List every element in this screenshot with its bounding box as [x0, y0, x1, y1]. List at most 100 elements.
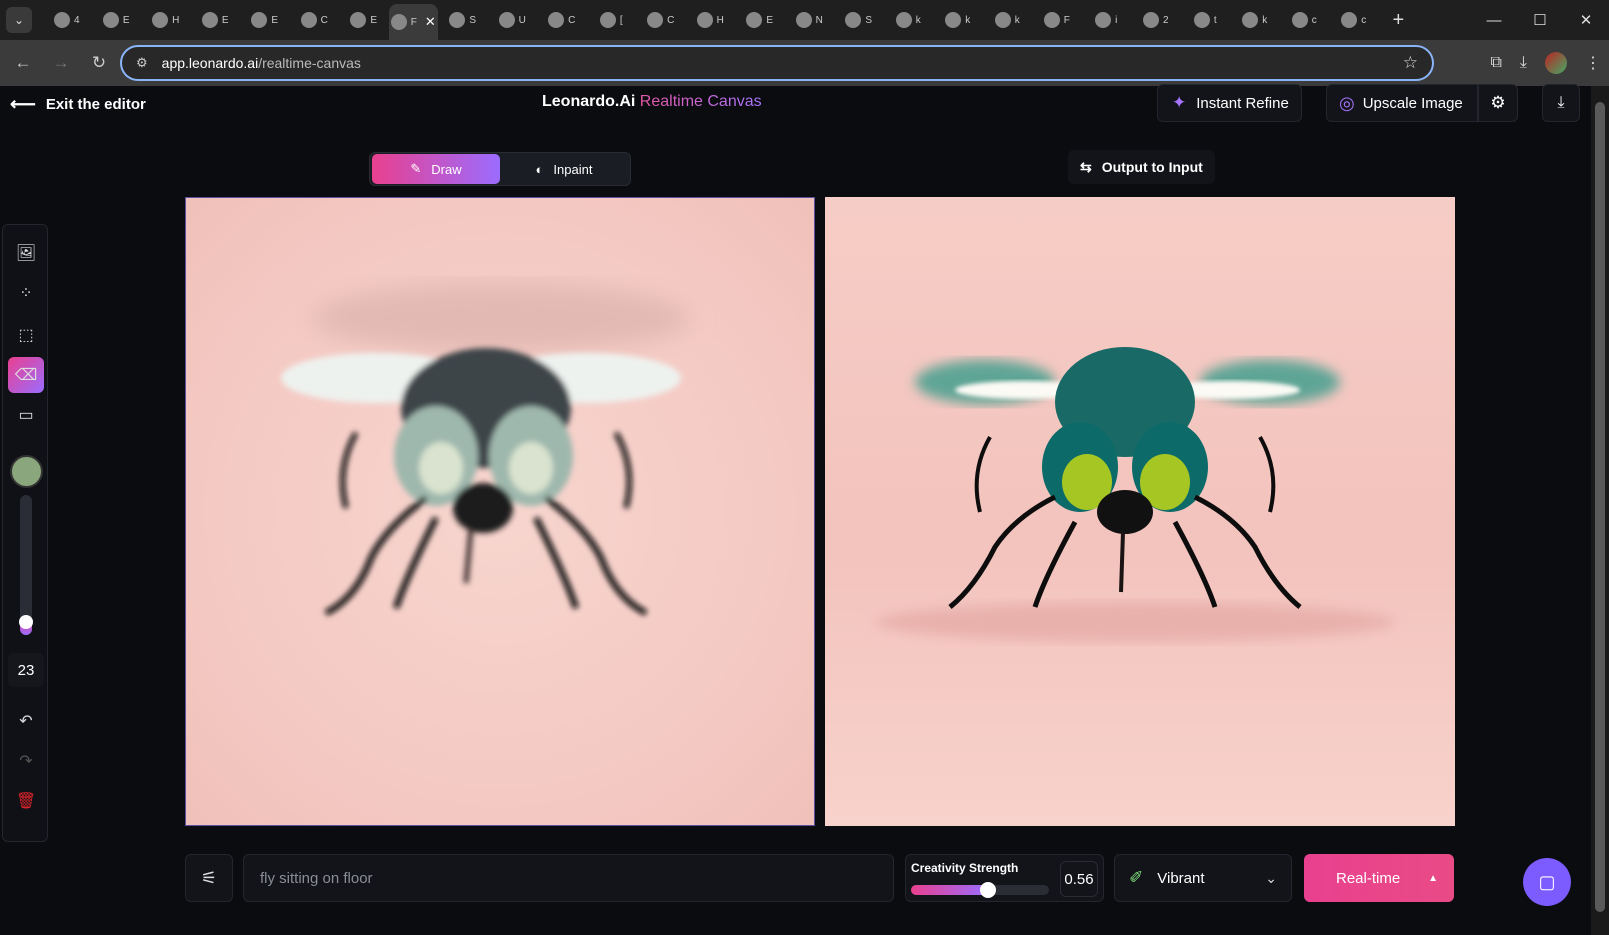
browser-tab[interactable]: U	[488, 4, 538, 36]
profile-avatar[interactable]	[1545, 52, 1567, 74]
creativity-fill	[911, 885, 989, 895]
browser-tab[interactable]: S	[438, 4, 488, 36]
chat-icon: ▢	[1538, 871, 1556, 892]
forward-button[interactable]: →	[46, 53, 76, 73]
url-text: app.leonardo.ai/realtime-canvas	[162, 55, 361, 71]
tab-title: E	[766, 14, 774, 26]
browser-tab[interactable]: k	[933, 4, 983, 36]
bookmark-star-icon[interactable]: ☆	[1403, 53, 1418, 73]
reload-button[interactable]: ↻	[84, 53, 114, 73]
style-dropdown[interactable]: ✐ Vibrant ⌄	[1114, 854, 1292, 902]
address-bar[interactable]: ⚙ app.leonardo.ai/realtime-canvas ☆	[120, 45, 1434, 81]
browser-tab[interactable]: E	[92, 4, 142, 36]
settings-button[interactable]: ⚙	[1478, 84, 1518, 122]
creativity-slider[interactable]	[911, 882, 1049, 898]
browser-tab[interactable]: c	[1280, 4, 1330, 36]
exit-editor-button[interactable]: ⟵ Exit the editor	[10, 94, 146, 115]
caret-up-icon[interactable]: ▲	[1428, 873, 1438, 884]
paint-roller-icon: ▭	[18, 407, 34, 424]
select-tool[interactable]: ⬚	[8, 317, 44, 353]
page-scrollbar[interactable]	[1591, 86, 1609, 935]
downloads-icon[interactable]: ⤓	[1520, 54, 1527, 72]
site-info-icon[interactable]: ⚙	[136, 55, 148, 71]
browser-tab[interactable]: E	[240, 4, 290, 36]
prompt-input[interactable]: fly sitting on floor	[243, 854, 894, 902]
upscale-image-label: Upscale Image	[1362, 94, 1463, 112]
back-button[interactable]: ←	[8, 53, 38, 73]
trash-icon: 🗑	[15, 793, 37, 810]
browser-tab[interactable]: k	[1230, 4, 1280, 36]
brush-color-swatch[interactable]	[10, 455, 43, 488]
draw-label: Draw	[431, 161, 462, 177]
page-title: Leonardo.Ai Realtime Canvas	[542, 93, 762, 111]
hat-icon	[498, 12, 515, 28]
browser-tab[interactable]: F ✕	[388, 4, 438, 40]
browser-tab[interactable]: C	[290, 4, 340, 36]
minimize-button[interactable]: —	[1471, 12, 1517, 29]
exit-arrow-icon: ⟵	[10, 94, 36, 114]
tab-title: k	[915, 14, 921, 26]
browser-tab[interactable]: t	[1181, 4, 1231, 36]
translate-icon	[300, 12, 317, 28]
creativity-strength-control: Creativity Strength 0.56	[905, 854, 1104, 902]
browser-tab[interactable]: E	[339, 4, 389, 36]
download-button[interactable]: ⤓	[1542, 84, 1580, 122]
grid-dots-icon: ⁘	[19, 285, 33, 302]
undo-button[interactable]: ↶	[8, 703, 44, 739]
tab-title: F	[410, 16, 417, 28]
instant-refine-button[interactable]: ✦ Instant Refine	[1157, 84, 1302, 122]
browser-tab[interactable]: c	[1329, 4, 1379, 36]
close-tab-icon[interactable]: ✕	[425, 14, 436, 30]
browser-tab[interactable]: C	[537, 4, 587, 36]
browser-tab[interactable]: H	[686, 4, 736, 36]
paint-bucket-tool[interactable]: ▭	[8, 397, 44, 433]
tab-draw[interactable]: ✎ Draw	[372, 154, 500, 184]
tab-title: k	[1262, 14, 1268, 26]
tab-search-button[interactable]: ⌄	[6, 7, 32, 33]
download-icon: ⤓	[1557, 94, 1565, 111]
grid-tool[interactable]: ⁘	[8, 275, 44, 311]
eraser-tool[interactable]: ⌫	[8, 357, 44, 393]
exit-editor-label: Exit the editor	[45, 96, 146, 113]
browser-tab[interactable]: [	[587, 4, 637, 36]
browser-tab[interactable]: N	[785, 4, 835, 36]
browser-tab[interactable]: i	[1082, 4, 1132, 36]
redo-button[interactable]: ↷	[8, 743, 44, 779]
undo-icon: ↶	[19, 713, 33, 730]
maximize-button[interactable]: ☐	[1517, 11, 1563, 29]
browser-tab[interactable]: k	[983, 4, 1033, 36]
extensions-icon[interactable]: ⧉	[1490, 54, 1501, 72]
google-icon	[1291, 12, 1308, 28]
browser-tab[interactable]: E	[191, 4, 241, 36]
creativity-value[interactable]: 0.56	[1060, 861, 1098, 897]
add-image-tool[interactable]: 🖼	[8, 235, 44, 271]
leonardo-icon	[390, 14, 407, 30]
upscale-image-button[interactable]: ◎ Upscale Image	[1326, 84, 1478, 122]
realtime-button[interactable]: Real-time ▲	[1304, 854, 1454, 902]
tab-inpaint[interactable]: ◐ Inpaint	[500, 154, 628, 184]
scrollbar-thumb[interactable]	[1595, 102, 1605, 912]
sheets-icon	[350, 12, 367, 28]
clear-canvas-button[interactable]: 🗑	[8, 783, 44, 819]
browser-tab[interactable]: k	[884, 4, 934, 36]
close-window-button[interactable]: ✕	[1563, 11, 1609, 29]
browser-tab[interactable]: 2	[1131, 4, 1181, 36]
creativity-knob[interactable]	[980, 882, 997, 898]
brush-size-slider[interactable]	[19, 495, 33, 635]
generation-settings-button[interactable]: ⚟	[185, 854, 233, 902]
browser-tab[interactable]: S	[834, 4, 884, 36]
input-canvas[interactable]	[185, 197, 815, 826]
tab-title: k	[965, 14, 971, 26]
browser-tab[interactable]: H	[141, 4, 191, 36]
chat-support-button[interactable]: ▢	[1523, 858, 1571, 906]
browser-tab[interactable]: 4	[42, 4, 92, 36]
new-tab-button[interactable]: +	[1393, 9, 1405, 32]
browser-tab[interactable]: C	[636, 4, 686, 36]
output-to-input-button[interactable]: ⇆ Output to Input	[1068, 150, 1215, 184]
menu-icon[interactable]: ⋮	[1585, 53, 1601, 73]
browser-tab[interactable]: F	[1032, 4, 1082, 36]
browser-tab[interactable]: E	[735, 4, 785, 36]
url-path: /realtime-canvas	[258, 55, 361, 71]
brush-size-value[interactable]: 23	[8, 653, 44, 687]
tab-title: c	[1361, 14, 1367, 26]
